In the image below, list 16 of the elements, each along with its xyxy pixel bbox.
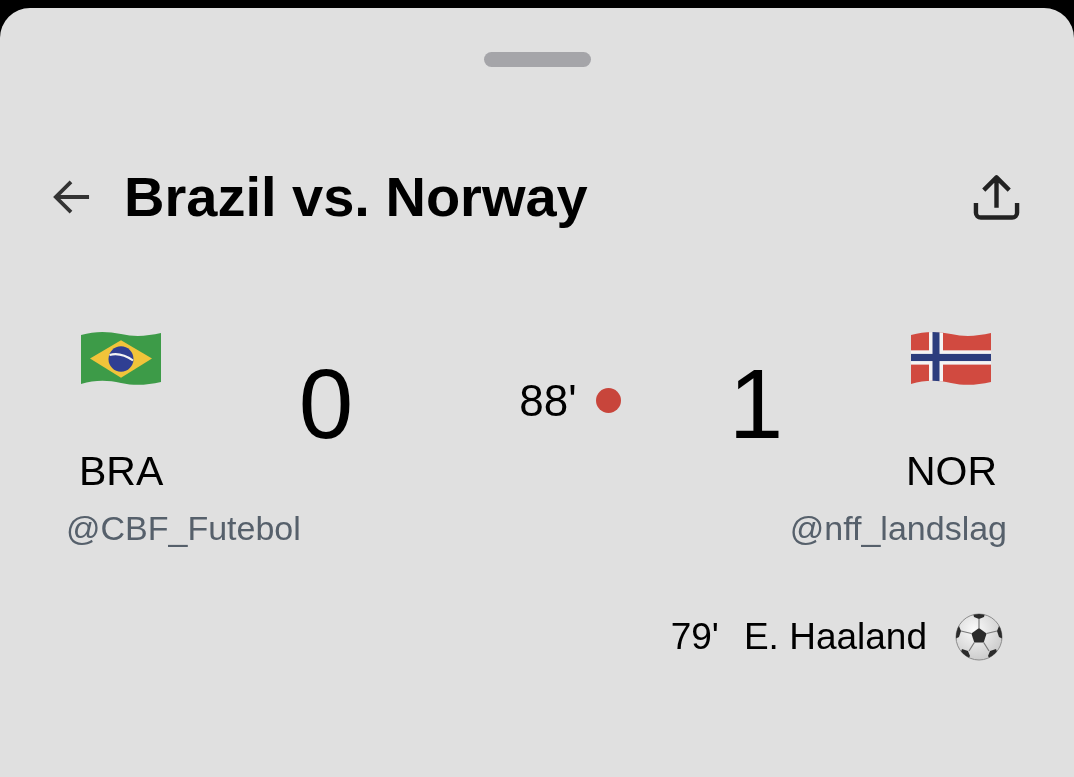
flag-icon	[911, 331, 992, 386]
team-score: 0	[298, 355, 354, 453]
soccer-ball-icon	[955, 613, 1003, 661]
team-handle[interactable]: @nff_landslag	[789, 509, 1007, 548]
event-minute: 79'	[670, 615, 719, 659]
drag-handle[interactable]	[483, 52, 591, 67]
team-handle[interactable]: @CBF_Futebol	[66, 509, 301, 548]
team-code: BRA	[79, 448, 164, 495]
flag-icon	[81, 331, 162, 386]
match-clock: 88'	[519, 375, 577, 426]
match-title: Brazil vs. Norway	[124, 165, 588, 229]
team-code: NOR	[905, 448, 997, 495]
back-icon[interactable]	[52, 180, 90, 214]
team-score: 1	[728, 355, 784, 453]
player-name: E. Haaland	[743, 615, 927, 659]
share-icon[interactable]	[973, 173, 1020, 221]
